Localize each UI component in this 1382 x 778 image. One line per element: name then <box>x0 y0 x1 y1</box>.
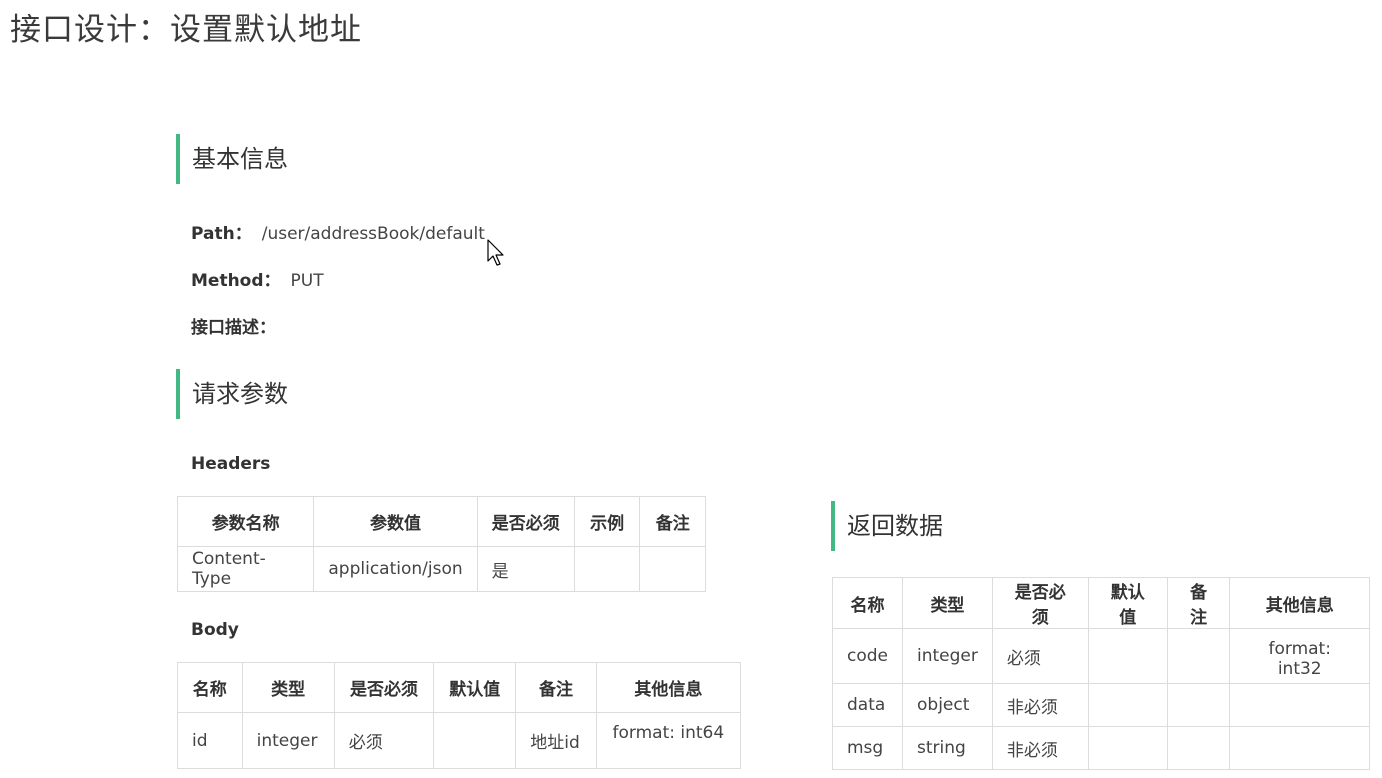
table-cell <box>1087 726 1168 770</box>
column-header: 名称 <box>177 662 243 713</box>
table-cell: 是 <box>476 546 575 592</box>
table-cell <box>1166 726 1231 770</box>
response-data-heading: 返回数据 <box>831 501 943 551</box>
table-cell <box>1087 628 1168 684</box>
table-header-row: 名称 类型 是否必须 默认值 备注 其他信息 <box>177 662 742 713</box>
path-row: Path： /user/addressBook/default <box>191 219 485 244</box>
table-row: code integer 必须 format: int32 <box>832 628 1370 684</box>
column-header: 类型 <box>902 577 993 629</box>
table-cell <box>573 546 641 592</box>
table-row: Content-Type application/json 是 <box>176 546 706 592</box>
column-header: 参数名称 <box>176 496 315 547</box>
request-params-heading: 请求参数 <box>176 369 288 419</box>
table-cell: integer <box>241 712 335 769</box>
table-row: msg string 非必须 <box>832 726 1370 770</box>
column-header: 是否必须 <box>991 577 1089 629</box>
table-cell: 非必须 <box>991 726 1089 770</box>
table-cell: Content-Type <box>176 546 315 592</box>
table-cell <box>433 712 517 769</box>
column-header: 备注 <box>1166 577 1231 629</box>
table-cell <box>1229 726 1370 770</box>
table-cell <box>1166 628 1231 684</box>
column-header: 备注 <box>639 496 706 547</box>
column-header: 默认值 <box>433 662 517 713</box>
column-header: 参数值 <box>313 496 478 547</box>
table-cell: application/json <box>313 546 478 592</box>
method-value: PUT <box>290 271 324 291</box>
method-label: Method： <box>191 271 281 291</box>
path-value: /user/addressBook/default <box>261 224 485 244</box>
method-row: Method： PUT <box>191 266 324 291</box>
column-header: 类型 <box>241 662 335 713</box>
table-header-row: 参数名称 参数值 是否必须 示例 备注 <box>176 496 706 547</box>
description-row: 接口描述： <box>191 313 276 338</box>
table-header-row: 名称 类型 是否必须 默认值 备注 其他信息 <box>832 577 1370 629</box>
table-row: data object 非必须 <box>832 683 1370 727</box>
column-header: 其他信息 <box>595 662 742 713</box>
table-cell: data <box>832 683 903 727</box>
table-cell: 地址id <box>515 712 597 769</box>
table-cell: 非必须 <box>991 683 1089 727</box>
table-row: id integer 必须 地址id format: int64 <box>177 712 742 769</box>
table-cell <box>639 546 706 592</box>
mouse-pointer-icon <box>487 239 504 266</box>
description-label: 接口描述： <box>191 318 276 338</box>
body-label: Body <box>191 620 239 640</box>
table-cell: 必须 <box>991 628 1089 684</box>
column-header: 默认值 <box>1087 577 1168 629</box>
body-table: 名称 类型 是否必须 默认值 备注 其他信息 id integer 必须 地址i… <box>177 662 742 769</box>
table-cell: id <box>177 712 243 769</box>
table-cell: format: int32 <box>1229 628 1370 684</box>
page-title: 接口设计：设置默认地址 <box>10 12 362 48</box>
table-cell: 必须 <box>333 712 435 769</box>
headers-label: Headers <box>191 454 271 474</box>
table-cell <box>1229 683 1370 727</box>
basic-info-heading: 基本信息 <box>176 134 288 184</box>
table-cell: code <box>832 628 903 684</box>
response-table: 名称 类型 是否必须 默认值 备注 其他信息 code integer 必须 f… <box>832 577 1370 770</box>
table-cell: format: int64 <box>595 712 742 769</box>
path-label: Path： <box>191 224 252 244</box>
column-header: 是否必须 <box>476 496 575 547</box>
table-cell <box>1087 683 1168 727</box>
headers-table: 参数名称 参数值 是否必须 示例 备注 Content-Type applica… <box>176 496 706 592</box>
column-header: 示例 <box>573 496 641 547</box>
table-cell <box>1166 683 1231 727</box>
column-header: 其他信息 <box>1229 577 1370 629</box>
table-cell: string <box>902 726 993 770</box>
column-header: 名称 <box>832 577 903 629</box>
column-header: 备注 <box>515 662 597 713</box>
column-header: 是否必须 <box>333 662 435 713</box>
table-cell: msg <box>832 726 903 770</box>
table-cell: integer <box>902 628 993 684</box>
table-cell: object <box>902 683 993 727</box>
